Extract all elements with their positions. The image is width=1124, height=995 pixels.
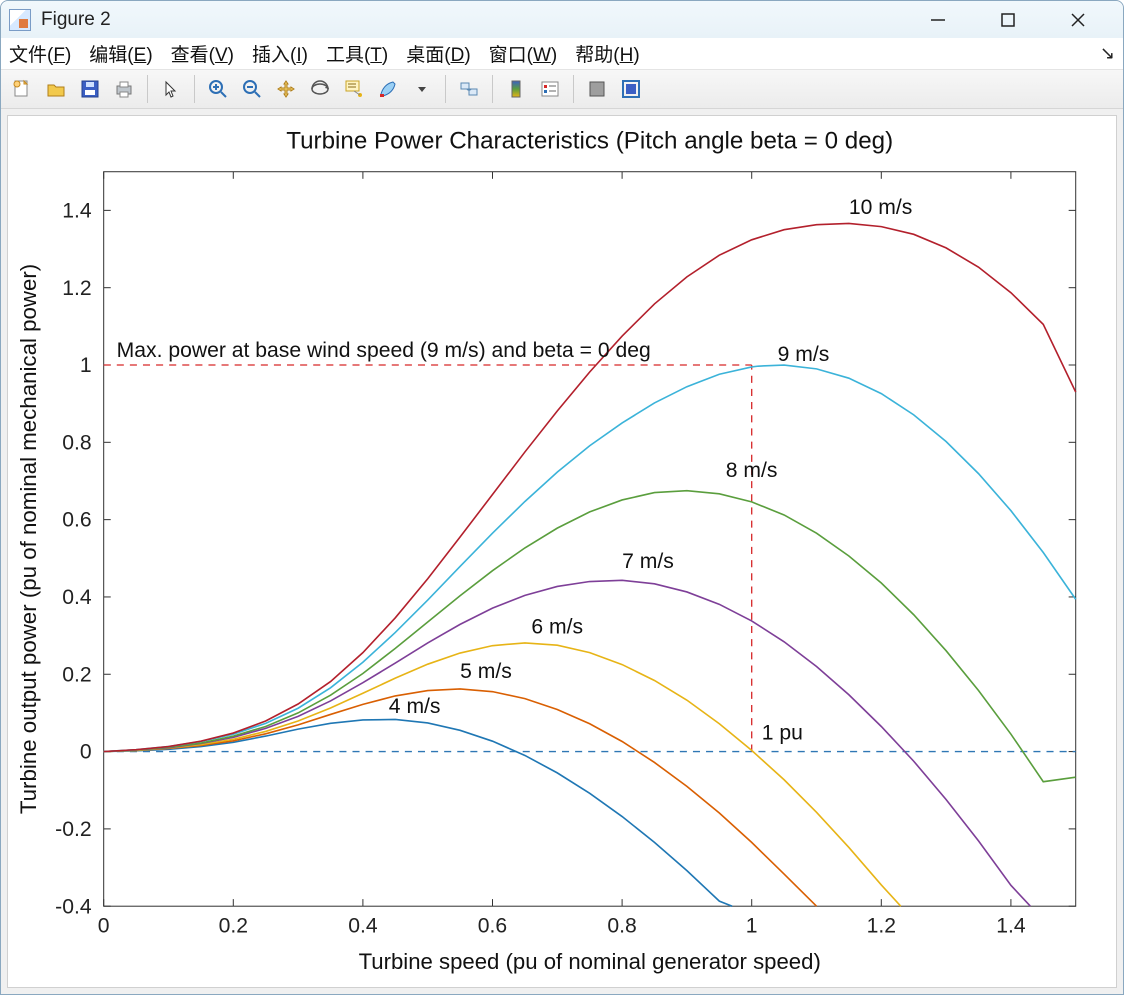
ytick-label: -0.4 [55, 895, 92, 918]
maximize-button[interactable] [991, 5, 1025, 35]
rotate3d-icon[interactable] [305, 74, 335, 104]
close-button[interactable] [1061, 5, 1095, 35]
hide-plot-tools-icon[interactable] [582, 74, 612, 104]
xtick-label: 1.4 [996, 914, 1026, 937]
ytick-label: 1.2 [62, 276, 91, 299]
series-label: 4 m/s [389, 695, 441, 718]
legend-icon[interactable] [535, 74, 565, 104]
menu-view[interactable]: 查看(V) [171, 40, 234, 67]
ytick-label: -0.2 [55, 818, 91, 841]
xtick-label: 0.4 [348, 914, 378, 937]
window-controls [921, 5, 1115, 35]
pan-icon[interactable] [271, 74, 301, 104]
brush-dropdown-icon[interactable] [407, 74, 437, 104]
show-plot-tools-icon[interactable] [616, 74, 646, 104]
series-label: 7 m/s [622, 550, 674, 573]
axes[interactable]: 0 0.2 0.4 0.6 0.8 1 1.2 1.4 -0.4 -0.2 0 0.2 0.4 0.6 0.… [7, 115, 1117, 988]
annotation-max-power: Max. power at base wind speed (9 m/s) an… [117, 339, 651, 362]
new-figure-icon[interactable] [7, 74, 37, 104]
print-icon[interactable] [109, 74, 139, 104]
xtick-label: 1 [746, 914, 758, 937]
toolbar-separator [492, 75, 493, 103]
axes-box [104, 171, 1076, 905]
xlabel: Turbine speed (pu of nominal generator s… [359, 949, 821, 974]
ytick-label: 1.4 [62, 199, 92, 222]
colorbar-icon[interactable] [501, 74, 531, 104]
toolbar [1, 70, 1123, 109]
ytick-label: 0 [80, 740, 92, 763]
toolbar-separator [194, 75, 195, 103]
titlebar: Figure 2 [1, 1, 1123, 38]
window-title: Figure 2 [41, 9, 111, 31]
ytick-label: 0.4 [62, 586, 92, 609]
matlab-app-icon [9, 9, 31, 31]
figure-window: Figure 2 文件(F) 编辑(E) 查看(V) 插入(I) 工具(T) 桌… [0, 0, 1124, 995]
chart-svg: 0 0.2 0.4 0.6 0.8 1 1.2 1.4 -0.4 -0.2 0 0.2 0.4 0.6 0.… [8, 116, 1116, 987]
menu-edit[interactable]: 编辑(E) [89, 40, 152, 67]
xtick-label: 0 [98, 914, 110, 937]
open-icon[interactable] [41, 74, 71, 104]
pointer-icon[interactable] [156, 74, 186, 104]
toolbar-separator [445, 75, 446, 103]
xtick-label: 0.8 [607, 914, 636, 937]
menu-window[interactable]: 窗口(W) [489, 40, 558, 67]
series-label: 10 m/s [849, 196, 912, 219]
xtick-label: 0.6 [478, 914, 507, 937]
menu-help[interactable]: 帮助(H) [575, 40, 639, 67]
ytick-label: 0.6 [62, 508, 91, 531]
link-plot-icon[interactable] [454, 74, 484, 104]
ytick-label: 0.8 [62, 431, 91, 454]
annotation-one-pu: 1 pu [762, 721, 803, 744]
dock-arrow-icon[interactable]: ↘ [1100, 43, 1115, 64]
series-label: 9 m/s [778, 343, 830, 366]
series-label: 8 m/s [726, 459, 778, 482]
menu-file[interactable]: 文件(F) [9, 40, 71, 67]
chart-title: Turbine Power Characteristics (Pitch ang… [286, 127, 893, 154]
menu-desktop[interactable]: 桌面(D) [406, 40, 470, 67]
toolbar-separator [573, 75, 574, 103]
zoom-out-icon[interactable] [237, 74, 267, 104]
ytick-label: 1 [80, 354, 92, 377]
series-label: 5 m/s [460, 660, 512, 683]
series-label: 6 m/s [531, 615, 583, 638]
brush-icon[interactable] [373, 74, 403, 104]
menu-tools[interactable]: 工具(T) [326, 40, 388, 67]
xtick-label: 0.2 [219, 914, 248, 937]
minimize-button[interactable] [921, 5, 955, 35]
ylabel: Turbine output power (pu of nominal mech… [16, 264, 41, 814]
zoom-in-icon[interactable] [203, 74, 233, 104]
xtick-label: 1.2 [867, 914, 896, 937]
plot-container: 0 0.2 0.4 0.6 0.8 1 1.2 1.4 -0.4 -0.2 0 0.2 0.4 0.6 0.… [1, 109, 1123, 994]
save-icon[interactable] [75, 74, 105, 104]
ytick-label: 0.2 [62, 663, 91, 686]
menubar: 文件(F) 编辑(E) 查看(V) 插入(I) 工具(T) 桌面(D) 窗口(W… [1, 38, 1123, 70]
toolbar-separator [147, 75, 148, 103]
data-cursor-icon[interactable] [339, 74, 369, 104]
menu-insert[interactable]: 插入(I) [252, 40, 308, 67]
